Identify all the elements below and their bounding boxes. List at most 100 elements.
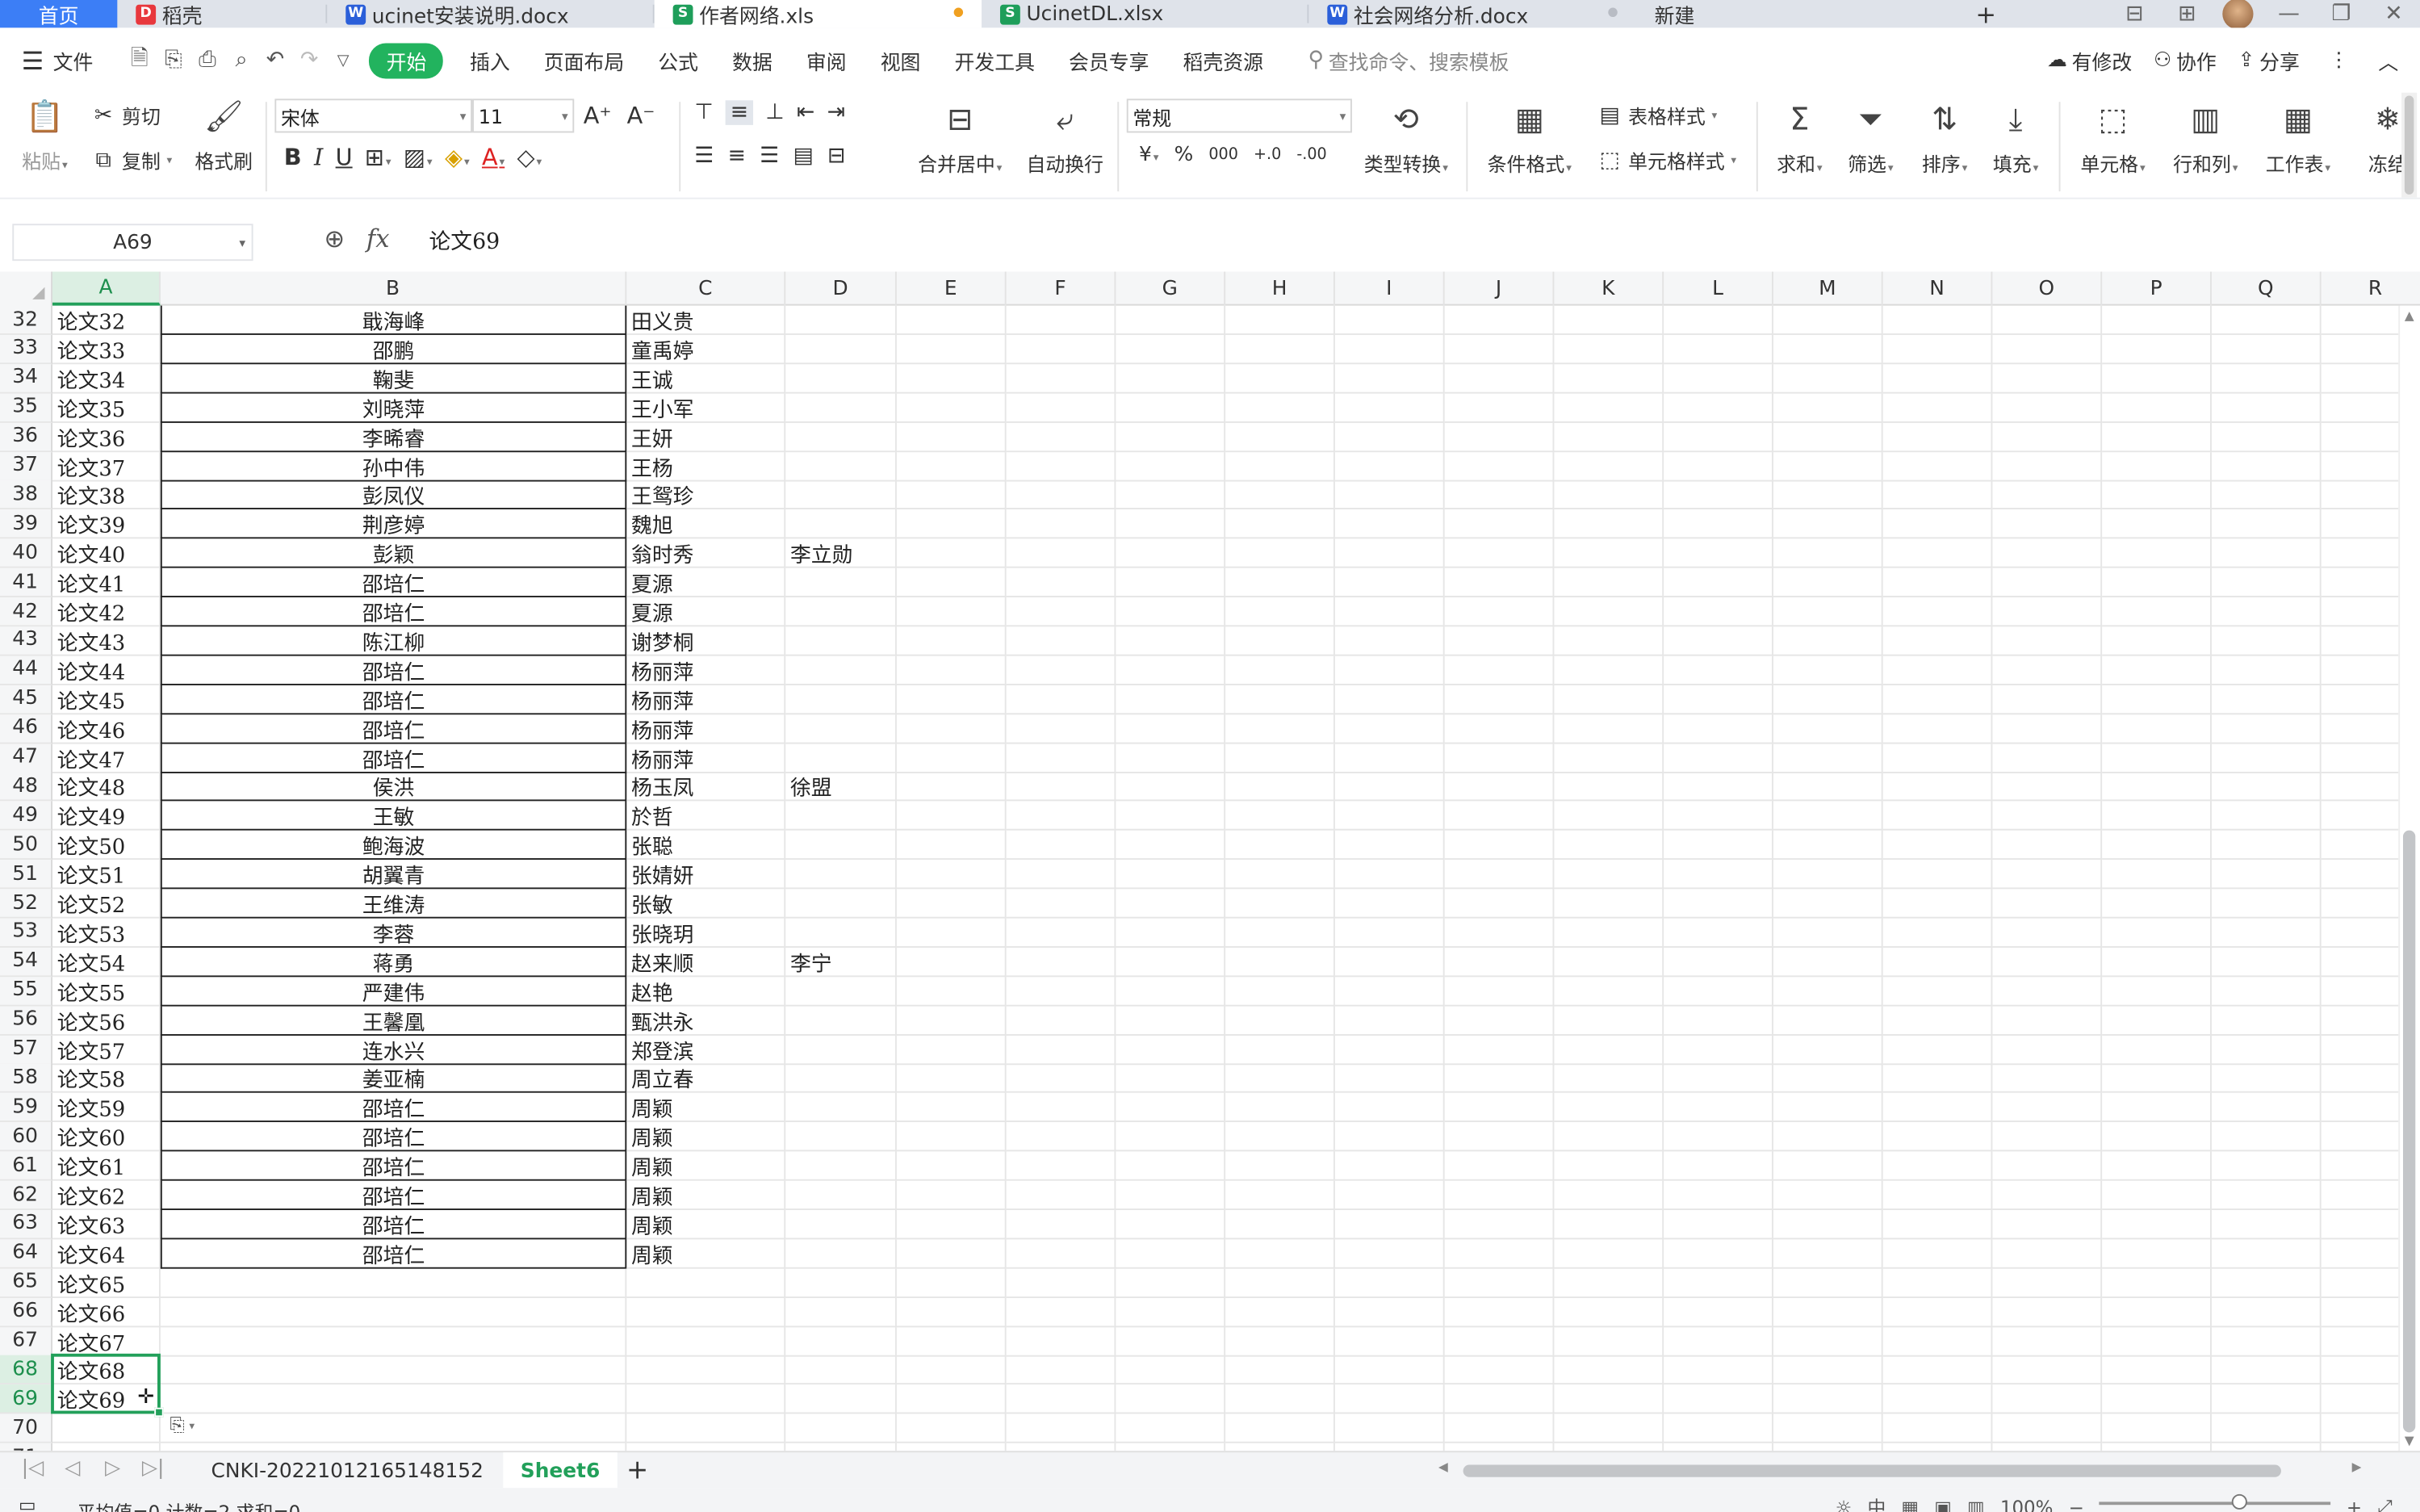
cell-J45[interactable] <box>1444 685 1555 714</box>
cell-C48[interactable]: 杨玉凤 <box>626 772 786 802</box>
merge-center-button[interactable]: ⊟ 合并居中 ▾ <box>911 98 1009 178</box>
row-header[interactable]: 35 <box>0 392 53 423</box>
cell-O32[interactable] <box>1992 305 2103 335</box>
cell-J65[interactable] <box>1444 1268 1555 1298</box>
cell-C55[interactable]: 赵艳 <box>626 976 786 1007</box>
cell-E35[interactable] <box>896 392 1007 423</box>
cell-D35[interactable] <box>785 392 897 423</box>
menu-tab-page-layout[interactable]: 页面布局 <box>527 45 642 75</box>
cell-Q70[interactable] <box>2211 1414 2322 1444</box>
cell-F41[interactable] <box>1006 568 1116 598</box>
cell-P59[interactable] <box>2102 1093 2212 1123</box>
cell-L51[interactable] <box>1664 860 1773 890</box>
row-header[interactable]: 38 <box>0 480 53 510</box>
cell-D60[interactable] <box>785 1122 897 1152</box>
cell-P48[interactable] <box>2102 772 2212 802</box>
cell-Q60[interactable] <box>2211 1122 2322 1152</box>
cell-E48[interactable] <box>896 772 1007 802</box>
column-header[interactable]: F <box>1007 271 1116 306</box>
print-preview-icon[interactable]: ⌕ <box>224 44 258 77</box>
cell-B36[interactable]: 李晞睿 <box>160 422 627 452</box>
cell-L70[interactable] <box>1664 1414 1773 1444</box>
cell-B51[interactable]: 胡翼青 <box>160 860 627 890</box>
cell-J34[interactable] <box>1444 363 1555 394</box>
border-icon[interactable]: ⊞ ▾ <box>365 144 391 171</box>
cell-M34[interactable] <box>1773 363 1883 394</box>
zoom-in-icon[interactable]: + <box>2347 1497 2362 1512</box>
cell-button[interactable]: ⬚ 单元格 ▾ <box>2075 98 2152 178</box>
cell-A44[interactable]: 论文44 <box>52 655 161 685</box>
cell-H59[interactable] <box>1225 1093 1335 1123</box>
cell-J44[interactable] <box>1444 655 1555 685</box>
cell-D50[interactable] <box>785 831 897 861</box>
cell-G59[interactable] <box>1116 1093 1226 1123</box>
scroll-left-icon[interactable]: ◀ <box>1438 1460 1448 1474</box>
cell-M58[interactable] <box>1773 1064 1883 1094</box>
row-header[interactable]: 40 <box>0 538 53 568</box>
scroll-down-icon[interactable]: ▼ <box>2405 1434 2414 1447</box>
cell-G65[interactable] <box>1116 1268 1226 1298</box>
cell-L69[interactable] <box>1664 1384 1773 1414</box>
cell-N57[interactable] <box>1882 1034 1993 1065</box>
cell-I48[interactable] <box>1334 772 1445 802</box>
cell-N32[interactable] <box>1882 305 1993 335</box>
next-sheet-icon[interactable]: ▷ <box>105 1457 120 1481</box>
cell-Q62[interactable] <box>2211 1180 2322 1211</box>
cell-L62[interactable] <box>1664 1180 1773 1211</box>
cell-G46[interactable] <box>1116 714 1226 743</box>
cell-L58[interactable] <box>1664 1064 1773 1094</box>
cell-M46[interactable] <box>1773 714 1883 743</box>
horizontal-scroll-thumb[interactable] <box>1463 1464 2281 1477</box>
prev-sheet-icon[interactable]: ◁ <box>65 1457 80 1481</box>
cell-G54[interactable] <box>1116 947 1226 977</box>
cell-J39[interactable] <box>1444 509 1555 539</box>
row-header[interactable]: 71 <box>0 1443 53 1451</box>
cell-F71[interactable] <box>1007 1443 1116 1451</box>
cell-E46[interactable] <box>896 714 1007 743</box>
cell-C32[interactable]: 田义贵 <box>626 305 786 335</box>
paste-options-button[interactable]: ⎘ ▾ <box>170 1414 195 1437</box>
cell-H43[interactable] <box>1225 626 1335 656</box>
cell-H62[interactable] <box>1225 1180 1335 1211</box>
cell-A59[interactable]: 论文59 <box>52 1093 161 1123</box>
row-header[interactable]: 44 <box>0 655 53 685</box>
cell-G34[interactable] <box>1116 363 1226 394</box>
cell-N34[interactable] <box>1882 363 1993 394</box>
cell-C53[interactable]: 张晓玥 <box>626 918 786 948</box>
row-header[interactable]: 53 <box>0 918 53 948</box>
cell-I42[interactable] <box>1334 597 1445 627</box>
row-header[interactable]: 37 <box>0 451 53 481</box>
cell-L55[interactable] <box>1664 976 1773 1007</box>
cell-K38[interactable] <box>1554 480 1664 510</box>
cell-B60[interactable]: 邵培仁 <box>160 1122 627 1152</box>
cell-P65[interactable] <box>2102 1268 2212 1298</box>
cell-K51[interactable] <box>1554 860 1664 890</box>
cell-style-button[interactable]: ⬚ 单元格样式 ▾ <box>1596 145 1737 174</box>
cell-F32[interactable] <box>1006 305 1116 335</box>
cell-H47[interactable] <box>1225 743 1335 773</box>
cell-H34[interactable] <box>1225 363 1335 394</box>
has-changes-button[interactable]: ☁ 有修改 <box>2037 45 2143 75</box>
cell-P32[interactable] <box>2102 305 2212 335</box>
cell-P47[interactable] <box>2102 743 2212 773</box>
cell-P58[interactable] <box>2102 1064 2212 1094</box>
cell-D63[interactable] <box>785 1209 897 1240</box>
cell-P43[interactable] <box>2102 626 2212 656</box>
cell-P36[interactable] <box>2102 422 2212 452</box>
cell-L48[interactable] <box>1664 772 1773 802</box>
cell-K50[interactable] <box>1554 831 1664 861</box>
row-header[interactable]: 59 <box>0 1093 53 1123</box>
column-header[interactable]: B <box>161 271 627 306</box>
cell-F62[interactable] <box>1006 1180 1116 1211</box>
column-header[interactable]: O <box>1992 271 2103 306</box>
cell-I52[interactable] <box>1334 889 1445 919</box>
cell-I35[interactable] <box>1334 392 1445 423</box>
cell-J32[interactable] <box>1444 305 1555 335</box>
cell-J67[interactable] <box>1444 1326 1555 1356</box>
cell-A50[interactable]: 论文50 <box>52 831 161 861</box>
cell-A33[interactable]: 论文33 <box>52 334 161 365</box>
cell-G49[interactable] <box>1116 801 1226 831</box>
cell-L50[interactable] <box>1664 831 1773 861</box>
align-center-icon[interactable]: ≡ <box>728 144 746 169</box>
row-header[interactable]: 42 <box>0 597 53 627</box>
